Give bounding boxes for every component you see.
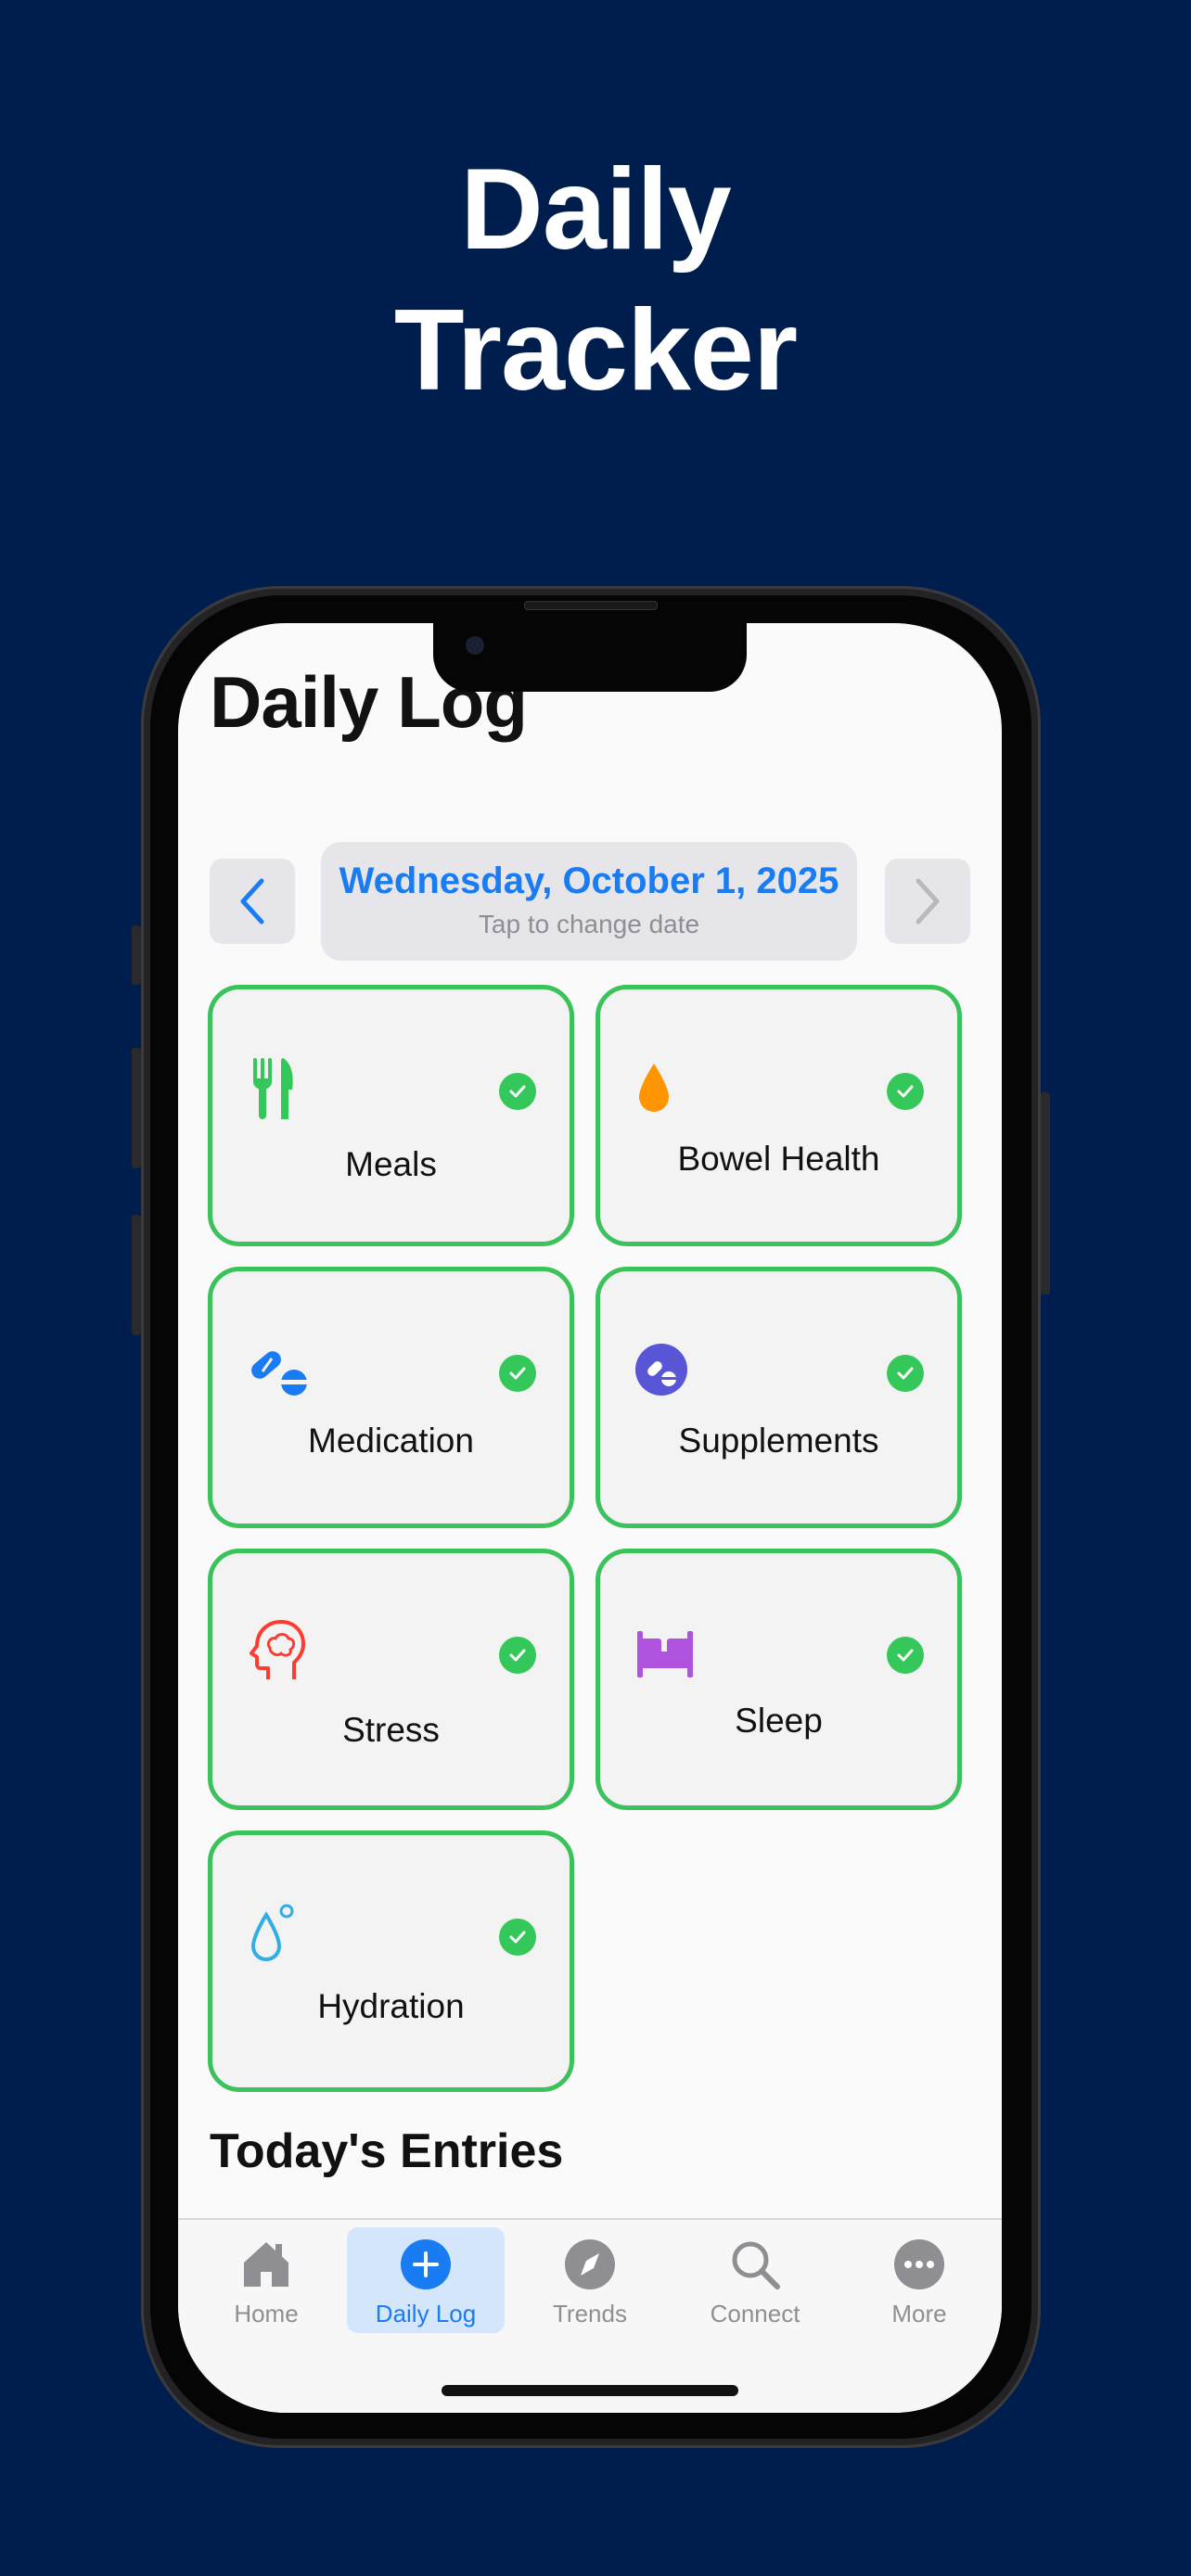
capsules-circle-icon bbox=[635, 1344, 687, 1396]
card-label: Medication bbox=[308, 1422, 474, 1460]
section-title-todays-entries: Today's Entries bbox=[210, 2124, 564, 2178]
magnifier-icon bbox=[732, 2241, 780, 2289]
card-bowel-health[interactable]: Bowel Health bbox=[596, 985, 962, 1246]
card-label: Bowel Health bbox=[677, 1140, 880, 1178]
ellipsis-circle-icon bbox=[894, 2239, 944, 2289]
headline-line-2: Tracker bbox=[393, 287, 798, 414]
promo-headline: Daily Tracker bbox=[0, 139, 1191, 421]
tab-trends[interactable]: Trends bbox=[511, 2227, 669, 2333]
phone-speaker bbox=[524, 601, 658, 610]
completed-check-icon bbox=[887, 1073, 924, 1110]
bed-icon bbox=[637, 1631, 693, 1677]
fork-knife-icon bbox=[253, 1058, 293, 1119]
tab-bar: Home Daily Log Trends Connect More bbox=[178, 2218, 1002, 2413]
selected-date: Wednesday, October 1, 2025 bbox=[339, 861, 839, 901]
phone-volume-down bbox=[132, 1215, 141, 1335]
phone-power-button bbox=[1041, 1092, 1050, 1294]
next-day-button[interactable] bbox=[885, 859, 970, 944]
card-label: Supplements bbox=[678, 1422, 879, 1460]
card-sleep[interactable]: Sleep bbox=[596, 1549, 962, 1810]
completed-check-icon bbox=[499, 1919, 536, 1956]
tab-daily-log[interactable]: Daily Log bbox=[347, 2227, 505, 2333]
drop-icon bbox=[639, 1064, 669, 1112]
card-hydration[interactable]: Hydration bbox=[208, 1830, 574, 2092]
tab-more[interactable]: More bbox=[840, 2227, 998, 2333]
pills-icon bbox=[251, 1351, 307, 1396]
completed-check-icon bbox=[499, 1637, 536, 1674]
card-label: Sleep bbox=[735, 1702, 823, 1740]
tab-label: Trends bbox=[553, 2300, 627, 2327]
card-label: Meals bbox=[345, 1145, 437, 1183]
card-supplements[interactable]: Supplements bbox=[596, 1267, 962, 1528]
phone-screen: Daily Log Wednesday, October 1, 2025 Tap… bbox=[178, 623, 1002, 2413]
house-icon bbox=[244, 2242, 288, 2287]
card-label: Hydration bbox=[317, 1987, 465, 2025]
previous-day-button[interactable] bbox=[210, 859, 295, 944]
phone-silent-switch bbox=[132, 925, 141, 985]
chevron-left-icon bbox=[240, 878, 264, 925]
tab-label: More bbox=[891, 2300, 947, 2327]
plus-circle-icon bbox=[401, 2239, 451, 2289]
completed-check-icon bbox=[499, 1355, 536, 1392]
home-indicator[interactable] bbox=[442, 2385, 738, 2396]
completed-check-icon bbox=[887, 1637, 924, 1674]
card-medication[interactable]: Medication bbox=[208, 1267, 574, 1528]
headline-line-1: Daily bbox=[460, 146, 731, 274]
front-camera bbox=[466, 636, 484, 655]
tab-label: Connect bbox=[710, 2300, 800, 2327]
tab-label: Daily Log bbox=[375, 2300, 477, 2327]
tab-label: Home bbox=[234, 2300, 299, 2327]
phone-notch bbox=[433, 623, 747, 692]
chevron-right-icon bbox=[916, 878, 940, 925]
date-hint: Tap to change date bbox=[478, 910, 700, 938]
card-meals[interactable]: Meals bbox=[208, 985, 574, 1246]
card-label: Stress bbox=[342, 1711, 440, 1749]
completed-check-icon bbox=[887, 1355, 924, 1392]
tab-home[interactable]: Home bbox=[187, 2227, 345, 2333]
tab-connect[interactable]: Connect bbox=[676, 2227, 834, 2333]
phone-volume-up bbox=[132, 1048, 141, 1168]
card-stress[interactable]: Stress bbox=[208, 1549, 574, 1810]
head-brain-icon bbox=[250, 1620, 305, 1679]
completed-check-icon bbox=[499, 1073, 536, 1110]
water-drop-icon bbox=[250, 1904, 294, 1961]
date-picker-button[interactable]: Wednesday, October 1, 2025 Tap to change… bbox=[321, 842, 857, 961]
compass-icon bbox=[565, 2239, 615, 2289]
